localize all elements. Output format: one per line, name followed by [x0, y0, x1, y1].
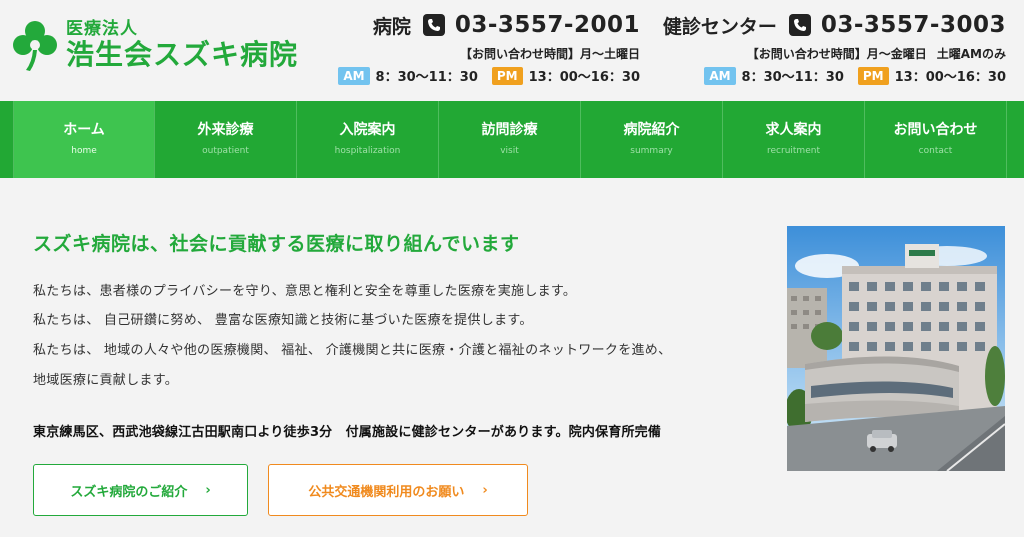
logo-subtitle: 医療法人	[66, 19, 138, 39]
mission-paragraph: 地域医療に貢献します。	[33, 373, 179, 388]
checkup-center-contact: 健診センター 03-3557-3003 【お問い合わせ時間】月〜金曜日 土曜AMの…	[663, 10, 1006, 85]
nav-sublabel: home	[71, 146, 97, 156]
hospital-building-photo	[787, 226, 1005, 471]
public-transit-button[interactable]: 公共交通機関利用のお願い ›	[268, 464, 528, 516]
nav-item-hospitalization[interactable]: 入院案内 hospitalization	[297, 101, 439, 178]
chevron-right-icon: ›	[482, 482, 488, 498]
checkup-hours-heading: 【お問い合わせ時間】月〜金曜日	[746, 47, 927, 61]
nav-sublabel: visit	[500, 146, 519, 156]
checkup-phone-number[interactable]: 03-3557-3003	[821, 12, 1006, 38]
pm-badge: PM	[491, 66, 523, 85]
site-logo[interactable]: 医療法人 浩生会スズキ病院	[12, 18, 298, 72]
main-nav: ホーム home 外来診療 outpatient 入院案内 hospitaliz…	[0, 101, 1024, 178]
nav-label: 入院案内	[339, 122, 396, 138]
hospital-phone-label: 病院	[372, 15, 411, 38]
nav-label: 外来診療	[197, 122, 254, 138]
nav-item-visit[interactable]: 訪問診療 visit	[439, 101, 581, 178]
phone-icon	[788, 14, 811, 36]
nav-label: お問い合わせ	[893, 122, 978, 138]
pm-badge: PM	[857, 66, 889, 85]
nav-sublabel: outpatient	[202, 146, 249, 156]
logo-title: 浩生会スズキ病院	[66, 38, 299, 71]
nav-item-contact[interactable]: お問い合わせ contact	[865, 101, 1007, 178]
hospital-phone-number[interactable]: 03-3557-2001	[455, 12, 640, 38]
nav-label: 訪問診療	[481, 122, 538, 138]
mission-paragraph: 私たちは、 自己研鑽に努め、 豊富な医療知識と技術に基づいた医療を提供します。	[33, 313, 533, 328]
nav-sublabel: contact	[918, 146, 953, 156]
am-badge: AM	[338, 66, 370, 85]
mission-paragraph: 私たちは、 地域の人々や他の医療機関、 福祉、 介護機関と共に医療・介護と福祉の…	[33, 343, 672, 358]
nav-item-summary[interactable]: 病院紹介 summary	[581, 101, 723, 178]
nav-label: ホーム	[63, 122, 105, 138]
public-transit-label: 公共交通機関利用のお願い	[308, 484, 465, 500]
hospital-pm-time: 13：00〜16：30	[528, 70, 640, 85]
hospital-hours-heading: 【お問い合わせ時間】月〜土曜日	[459, 47, 640, 61]
nav-item-recruitment[interactable]: 求人案内 recruitment	[723, 101, 865, 178]
nav-item-home[interactable]: ホーム home	[13, 101, 155, 178]
mission-paragraph: 私たちは、患者様のプライバシーを守り、意思と権利と安全を尊重した医療を実施します…	[33, 284, 577, 299]
nav-item-outpatient[interactable]: 外来診療 outpatient	[155, 101, 297, 178]
checkup-pm-time: 13：00〜16：30	[894, 70, 1006, 85]
chevron-right-icon: ›	[205, 482, 211, 498]
hospital-intro-button[interactable]: スズキ病院のご紹介 ›	[33, 464, 248, 516]
hospital-contact: 病院 03-3557-2001 【お問い合わせ時間】月〜土曜日 AM 8：30〜…	[338, 10, 640, 85]
site-header: 医療法人 浩生会スズキ病院 病院 03-3557-2001 【お問い合わせ時間】…	[0, 0, 1024, 101]
checkup-hours-note: 土曜AMのみ	[936, 47, 1006, 61]
am-badge: AM	[704, 66, 736, 85]
clover-logo-icon	[13, 21, 57, 71]
checkup-phone-label: 健診センター	[662, 15, 777, 38]
checkup-am-time: 8：30〜11：30	[741, 70, 844, 85]
hospital-intro-label: スズキ病院のご紹介	[70, 484, 188, 500]
hospital-am-time: 8：30〜11：30	[375, 70, 478, 85]
nav-sublabel: hospitalization	[334, 146, 401, 156]
page-title: スズキ病院は、社会に貢献する医療に取り組んでいます	[33, 233, 520, 255]
nav-sublabel: recruitment	[767, 146, 820, 156]
nav-label: 病院紹介	[623, 122, 680, 138]
phone-icon	[422, 14, 445, 36]
nav-sublabel: summary	[630, 146, 673, 156]
nav-label: 求人案内	[765, 122, 822, 138]
access-info: 東京練馬区、西武池袋線江古田駅南口より徒歩3分 付属施設に健診センターがあります…	[33, 425, 662, 440]
